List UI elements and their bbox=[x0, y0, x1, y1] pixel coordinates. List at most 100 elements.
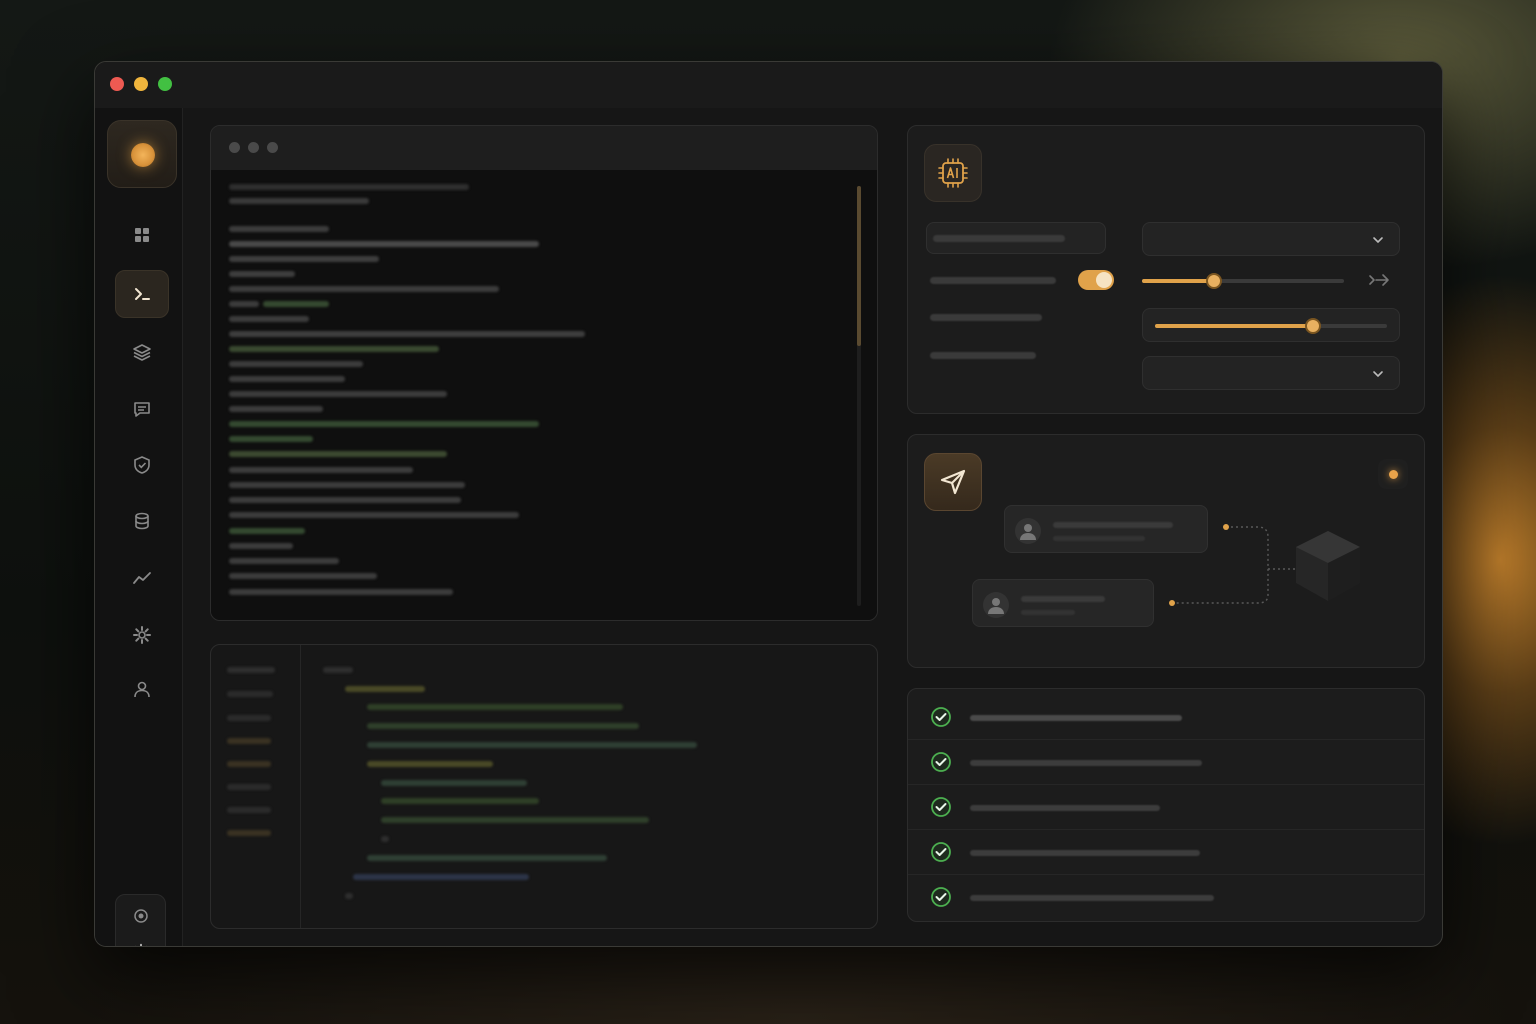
feature-toggle[interactable] bbox=[1078, 270, 1114, 290]
terminal-output[interactable] bbox=[211, 170, 877, 620]
code-line bbox=[229, 436, 313, 442]
code-line bbox=[367, 761, 493, 767]
setting-label bbox=[930, 277, 1056, 284]
check-circle-icon bbox=[931, 797, 951, 817]
slider-2[interactable] bbox=[1155, 318, 1387, 334]
code-line bbox=[229, 528, 305, 534]
code-line bbox=[229, 361, 363, 367]
user-icon bbox=[134, 681, 150, 698]
code-line bbox=[229, 271, 295, 277]
sidebar-item-settings[interactable] bbox=[115, 611, 169, 659]
connector-dot bbox=[1169, 600, 1175, 606]
list-item[interactable] bbox=[908, 785, 1424, 830]
file-tree-item[interactable] bbox=[227, 667, 275, 673]
terminal-dot bbox=[267, 142, 278, 153]
chevron-down-icon bbox=[1373, 237, 1383, 244]
file-tree-item[interactable] bbox=[227, 761, 271, 767]
analytics-icon bbox=[133, 572, 151, 584]
sidebar-item-profile[interactable] bbox=[115, 665, 169, 713]
code-line bbox=[367, 704, 623, 710]
code-line bbox=[381, 798, 539, 804]
check-circle-icon bbox=[931, 887, 951, 907]
maximize-button[interactable] bbox=[158, 77, 172, 91]
close-button[interactable] bbox=[110, 77, 124, 91]
code-line bbox=[229, 376, 345, 382]
chevron-down-icon bbox=[1373, 371, 1383, 378]
terminal-panel[interactable] bbox=[210, 125, 878, 621]
sidebar-item-dashboard[interactable] bbox=[115, 211, 169, 259]
sidebar-item-terminal[interactable] bbox=[115, 270, 169, 318]
list-item[interactable] bbox=[908, 830, 1424, 875]
user-icon bbox=[1020, 524, 1036, 540]
node-subtitle bbox=[1021, 610, 1075, 615]
arrow-right-icon[interactable] bbox=[1368, 271, 1390, 289]
check-circle-icon bbox=[931, 752, 951, 772]
ai-badge bbox=[924, 144, 982, 202]
terminal-scrollbar[interactable] bbox=[857, 186, 861, 346]
ai-chip-icon bbox=[938, 158, 968, 188]
list-item-label bbox=[970, 850, 1200, 856]
file-tree bbox=[211, 645, 301, 928]
list-item-label bbox=[970, 760, 1202, 766]
file-tree-item[interactable] bbox=[227, 807, 271, 813]
slider-1-knob[interactable] bbox=[1206, 273, 1222, 289]
app-window bbox=[94, 61, 1443, 947]
sidebar-item-security[interactable] bbox=[115, 441, 169, 489]
code-line bbox=[381, 780, 527, 786]
sidebar-item-messages[interactable] bbox=[115, 385, 169, 433]
list-item-label bbox=[970, 895, 1214, 901]
checklist-panel bbox=[907, 688, 1425, 922]
database-icon bbox=[135, 512, 149, 530]
file-tree-item[interactable] bbox=[227, 691, 273, 697]
flow-node[interactable] bbox=[1004, 505, 1208, 553]
logo-button[interactable] bbox=[107, 120, 177, 188]
slider-2-fill bbox=[1155, 324, 1313, 328]
theme-switcher bbox=[115, 894, 166, 947]
title-bar bbox=[95, 62, 1442, 108]
list-item[interactable] bbox=[908, 695, 1424, 740]
slider-2-knob[interactable] bbox=[1305, 318, 1321, 334]
node-title bbox=[1021, 596, 1105, 602]
option-select[interactable] bbox=[1142, 356, 1400, 390]
model-select[interactable] bbox=[1142, 222, 1400, 256]
sidebar-item-database[interactable] bbox=[115, 497, 169, 545]
sun-icon[interactable] bbox=[132, 943, 150, 947]
node-title bbox=[1053, 522, 1173, 528]
code-line bbox=[229, 497, 461, 503]
send-icon bbox=[940, 469, 966, 495]
system-icon[interactable] bbox=[133, 908, 149, 924]
terminal-icon bbox=[135, 288, 150, 300]
ai-settings-panel bbox=[907, 125, 1425, 414]
status-indicator bbox=[1378, 459, 1408, 489]
file-tree-item[interactable] bbox=[227, 715, 271, 721]
code-line bbox=[381, 836, 389, 842]
setting-label bbox=[933, 235, 1065, 242]
sidebar-item-analytics[interactable] bbox=[115, 554, 169, 602]
flow-node[interactable] bbox=[972, 579, 1154, 627]
list-item[interactable] bbox=[908, 875, 1424, 920]
code-line bbox=[229, 331, 585, 337]
terminal-header bbox=[211, 126, 877, 170]
list-item-label bbox=[970, 715, 1182, 721]
code-line bbox=[229, 421, 539, 427]
toggle-knob bbox=[1096, 272, 1112, 288]
sidebar bbox=[95, 108, 183, 947]
minimize-button[interactable] bbox=[134, 77, 148, 91]
code-line bbox=[229, 406, 323, 412]
connector-dot bbox=[1223, 524, 1229, 530]
file-tree-item[interactable] bbox=[227, 784, 271, 790]
code-editor-panel[interactable] bbox=[210, 644, 878, 929]
slider-1[interactable] bbox=[1142, 273, 1344, 289]
code-line bbox=[381, 817, 649, 823]
list-item[interactable] bbox=[908, 740, 1424, 785]
code-line bbox=[229, 543, 293, 549]
code-line bbox=[353, 874, 529, 880]
code-line bbox=[229, 198, 369, 204]
setting-label bbox=[930, 314, 1042, 321]
sidebar-item-layers[interactable] bbox=[115, 328, 169, 376]
setting-label bbox=[930, 352, 1036, 359]
file-tree-item[interactable] bbox=[227, 738, 271, 744]
file-tree-item[interactable] bbox=[227, 830, 271, 836]
code-line bbox=[229, 589, 453, 595]
code-line bbox=[345, 893, 353, 899]
